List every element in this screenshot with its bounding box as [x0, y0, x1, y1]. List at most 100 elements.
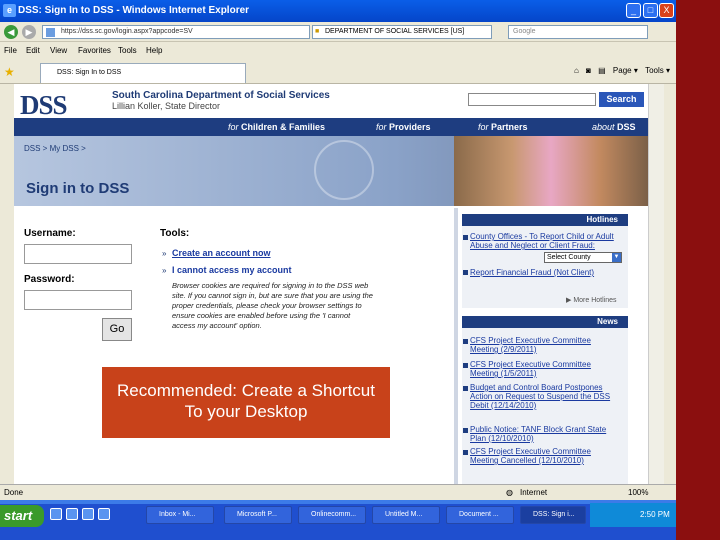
site-nav: for Children & Families for Providers fo… — [14, 118, 648, 136]
page-icon — [46, 28, 55, 37]
close-button[interactable]: X — [659, 3, 674, 18]
bullet-arrow-icon: » — [162, 249, 167, 258]
nav-partners[interactable]: for Partners — [478, 118, 528, 136]
tab-current[interactable]: DSS: Sign In to DSS — [40, 63, 246, 83]
zoom-level[interactable]: 100% — [628, 485, 648, 500]
username-label: Username: — [24, 228, 76, 239]
search-input[interactable]: Google — [508, 25, 648, 39]
desktop-quicklaunch-icon[interactable] — [66, 508, 78, 520]
taskbar-item[interactable]: Document ... — [446, 506, 514, 524]
family-photo — [454, 136, 648, 206]
taskbar-item[interactable]: Inbox - Mi... — [146, 506, 214, 524]
taskbar-item[interactable]: Microsoft P... — [224, 506, 292, 524]
hotline-financial-fraud[interactable]: Report Financial Fraud (Not Client) — [470, 268, 622, 277]
cookie-note: Browser cookies are required for signing… — [172, 281, 373, 330]
taskbar-edge — [0, 500, 676, 504]
address-text: https://dss.sc.gov/login.aspx?appcode=SV — [61, 28, 193, 35]
menu-view[interactable]: View — [50, 43, 67, 59]
home-icon[interactable]: ⌂ — [574, 66, 579, 75]
vertical-scrollbar[interactable] — [648, 84, 664, 484]
breadcrumb[interactable]: DSS > My DSS > — [24, 144, 86, 153]
news-item[interactable]: CFS Project Executive Committee Meeting … — [470, 360, 620, 378]
back-button[interactable]: ◀ — [4, 25, 18, 39]
taskbar-item[interactable]: Onlinecomm... — [298, 506, 366, 524]
password-label: Password: — [24, 274, 75, 285]
start-button[interactable]: start — [0, 505, 44, 527]
menu-file[interactable]: File — [4, 43, 17, 59]
more-hotlines-label: More Hotlines — [573, 297, 617, 304]
media-quicklaunch-icon[interactable] — [98, 508, 110, 520]
feeds-icon[interactable]: ◙ — [586, 66, 591, 75]
menu-edit[interactable]: Edit — [26, 43, 40, 59]
taskbar-item[interactable]: Untitled M... — [372, 506, 440, 524]
hotlines-heading: Hotlines — [462, 214, 628, 226]
column-divider — [454, 208, 458, 484]
page-menu[interactable]: Page ▾ — [613, 66, 638, 75]
news-heading: News — [462, 316, 628, 328]
state-seal-graphic — [314, 140, 374, 200]
minimize-button[interactable]: _ — [626, 3, 641, 18]
tools-menu[interactable]: Tools ▾ — [645, 66, 670, 75]
tools-heading: Tools: — [160, 228, 190, 239]
outlook-quicklaunch-icon[interactable] — [82, 508, 94, 520]
director-name: Lillian Koller, State Director — [112, 101, 221, 111]
status-text: Done — [4, 488, 24, 497]
county-select[interactable]: Select County ▼ — [544, 252, 622, 263]
lock-icon: ■ — [315, 28, 320, 35]
nav-about-dss[interactable]: about DSS — [592, 118, 636, 136]
password-field[interactable] — [24, 290, 132, 310]
hotline-county-offices[interactable]: County Offices - To Report Child or Adul… — [470, 232, 622, 250]
menu-bar: File Edit View Favorites Tools Help — [0, 43, 676, 59]
certificate-badge[interactable]: ■ DEPARTMENT OF SOCIAL SERVICES [US] — [312, 25, 492, 39]
shortcut-callout: Recommended: Create a Shortcut To your D… — [102, 367, 390, 438]
window-title: DSS: Sign In to DSS - Windows Internet E… — [18, 5, 250, 16]
nav-providers[interactable]: for Providers — [376, 118, 431, 136]
dss-logo[interactable]: DSS — [20, 90, 68, 121]
zone-label: Internet — [520, 488, 548, 497]
site-search-button[interactable]: Search — [599, 92, 644, 107]
nav-children-families[interactable]: for Children & Families — [228, 118, 325, 136]
bullet-icon — [463, 428, 468, 433]
go-button[interactable]: Go — [102, 318, 132, 341]
agency-name: South Carolina Department of Social Serv… — [112, 90, 330, 101]
bullet-icon — [463, 363, 468, 368]
status-bar: Done ◍ Internet 100% — [0, 484, 676, 500]
bullet-icon — [463, 386, 468, 391]
menu-help[interactable]: Help — [146, 43, 162, 59]
forward-button[interactable]: ▶ — [22, 25, 36, 39]
create-account-link[interactable]: Create an account now — [172, 248, 271, 258]
news-item[interactable]: Public Notice: TANF Block Grant State Pl… — [470, 425, 620, 443]
page-title: Sign in to DSS — [26, 180, 130, 197]
news-item[interactable]: CFS Project Executive Committee Meeting … — [470, 336, 620, 354]
cannot-access-link[interactable]: I cannot access my account — [172, 265, 292, 275]
news-item[interactable]: Budget and Control Board Postpones Actio… — [470, 383, 620, 410]
title-bar: e DSS: Sign In to DSS - Windows Internet… — [0, 0, 676, 22]
callout-line-2: To your Desktop — [184, 402, 308, 421]
bullet-icon — [463, 339, 468, 344]
news-item[interactable]: CFS Project Executive Committee Meeting … — [470, 447, 620, 465]
globe-icon: ◍ — [506, 488, 513, 497]
username-field[interactable] — [24, 244, 132, 264]
bullet-icon — [463, 235, 468, 240]
system-tray: 2:50 PM — [590, 503, 676, 527]
chevron-down-icon: ▼ — [612, 253, 621, 262]
ie-quicklaunch-icon[interactable] — [50, 508, 62, 520]
bullet-icon — [463, 270, 468, 275]
address-toolbar: ◀ ▶ https://dss.sc.gov/login.aspx?appcod… — [0, 22, 676, 42]
maximize-button[interactable]: □ — [643, 3, 658, 18]
menu-tools[interactable]: Tools — [118, 43, 137, 59]
bullet-arrow-icon: » — [162, 266, 167, 275]
tab-bar: ★ DSS: Sign In to DSS ⌂ ◙ ▤ Page ▾ Tools… — [0, 60, 676, 84]
menu-favorites[interactable]: Favorites — [78, 43, 111, 59]
more-hotlines-link[interactable]: ▶ More Hotlines — [566, 296, 617, 304]
address-input[interactable]: https://dss.sc.gov/login.aspx?appcode=SV — [42, 25, 310, 39]
tab-label: DSS: Sign In to DSS — [57, 69, 122, 76]
county-select-value: Select County — [547, 254, 591, 261]
site-search-input[interactable] — [468, 93, 596, 106]
taskbar-item-active[interactable]: DSS: Sign i... — [520, 506, 586, 524]
certificate-label: DEPARTMENT OF SOCIAL SERVICES [US] — [325, 28, 465, 35]
command-bar: ⌂ ◙ ▤ Page ▾ Tools ▾ — [569, 66, 670, 75]
favorites-star-icon[interactable]: ★ — [4, 65, 15, 79]
ie-icon: e — [3, 4, 16, 17]
print-icon[interactable]: ▤ — [598, 66, 606, 75]
